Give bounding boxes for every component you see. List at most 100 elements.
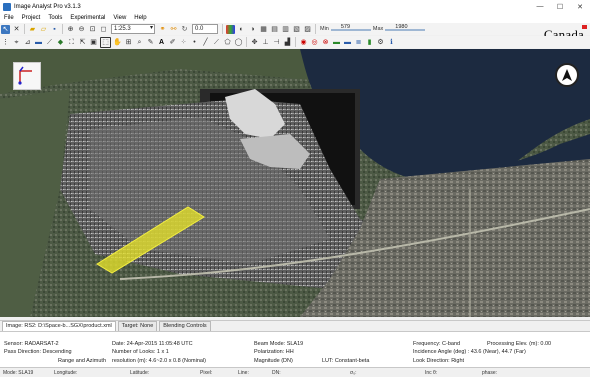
brightness-icon[interactable]: ◐ xyxy=(237,25,246,34)
points-icon[interactable]: ⁘ xyxy=(179,38,188,47)
close-button[interactable]: ✕ xyxy=(570,0,590,13)
looks-info: Number of Looks: 1 x 1 xyxy=(112,349,169,355)
pan-hand-icon[interactable]: ✋ xyxy=(113,38,122,47)
flag-icon xyxy=(582,25,587,29)
toolbar-separator xyxy=(295,37,296,47)
move-icon[interactable]: ✥ xyxy=(250,38,259,47)
layer-list-icon[interactable]: ≣ xyxy=(354,38,363,47)
zoom-in-icon[interactable]: ⊕ xyxy=(66,25,75,34)
polygon-icon[interactable]: ⬠ xyxy=(223,38,232,47)
window-title: Image Analyst Pro v3.1.3 xyxy=(14,3,81,10)
select-box-icon[interactable]: ⬚ xyxy=(100,36,111,48)
status-bar: Mode: SLA19 Longitude: Latitude: Pixel: … xyxy=(0,367,590,377)
processing-elevation-info: Processing Elev. (m): 0.00 xyxy=(487,341,552,347)
map-canvas[interactable] xyxy=(0,49,590,317)
range-azimuth-info: Range and Azimuth xyxy=(58,358,107,364)
north-arrow-icon xyxy=(13,62,41,90)
tab-strip: Image: RS2: D:\Space-b...SGX\product.xml… xyxy=(0,320,590,331)
image-info-panel: Sensor: RADARSAT-2 Pass Direction: Desce… xyxy=(0,331,590,367)
export-icon[interactable]: ⇱ xyxy=(78,38,87,47)
incidence-angle-info: Incidence Angle (deg) : 43.6 (Near), 44.… xyxy=(413,349,526,355)
contrast-icon[interactable]: ◑ xyxy=(248,25,257,34)
link-icon[interactable]: ⚭ xyxy=(158,25,167,34)
save-icon[interactable]: ▪ xyxy=(50,25,59,34)
measure-icon[interactable]: ⊿ xyxy=(23,38,32,47)
toolbar-separator xyxy=(246,37,247,47)
look-direction-info: Look Direction: Right xyxy=(413,358,465,364)
zoom-fit-icon[interactable]: ⊡ xyxy=(88,25,97,34)
select-tool-icon[interactable]: ↖ xyxy=(1,24,10,34)
title-bar: Image Analyst Pro v3.1.3 — ☐ ✕ xyxy=(0,0,590,13)
split-icon[interactable]: ⊣ xyxy=(272,38,281,47)
beam-mode-info: Beam Mode: SLA19 xyxy=(254,341,304,347)
stop-icon[interactable]: ⊗ xyxy=(321,38,330,47)
toolbar-separator xyxy=(24,24,25,34)
menu-file[interactable]: File xyxy=(0,15,18,21)
pen-icon[interactable]: ✐ xyxy=(168,38,177,47)
minimize-button[interactable]: — xyxy=(530,0,550,13)
profile-icon[interactable]: ⟋ xyxy=(45,38,54,47)
min-slider[interactable]: 579 xyxy=(330,24,371,33)
brush-icon[interactable]: ✎ xyxy=(146,38,155,47)
filter-icon[interactable]: ▨ xyxy=(303,25,312,34)
zoom-out-icon[interactable]: ⊖ xyxy=(77,25,86,34)
status-line: Line: xyxy=(238,370,249,376)
zoom-window-icon[interactable]: ⊞ xyxy=(124,38,133,47)
text-tool-icon[interactable]: A xyxy=(157,38,166,47)
toolbar-tools: ⋮ ⌖ ⊿ ▬ ⟋ ◆ ⛶ ⇱ ▣ ⬚ ✋ ⊞ ⌕ ✎ A ✐ ⁘ • ╱ ⟋ … xyxy=(0,36,590,48)
color-bands-icon[interactable] xyxy=(226,24,235,34)
rotation-input[interactable]: 0.0 xyxy=(192,24,218,34)
anchor-icon[interactable]: ⊥ xyxy=(261,38,270,47)
min-slider-value: 579 xyxy=(340,24,351,30)
info-icon[interactable]: ℹ xyxy=(387,38,396,47)
layer-green-icon[interactable]: ▬ xyxy=(332,38,341,47)
menu-tools[interactable]: Tools xyxy=(44,15,66,21)
status-latitude: Latitude: xyxy=(130,370,150,376)
max-slider[interactable]: 1980 xyxy=(385,24,426,33)
status-dn: DN: xyxy=(272,370,281,376)
line-tool-icon[interactable]: ╱ xyxy=(201,38,210,47)
target-icon[interactable]: ◎ xyxy=(310,38,319,47)
grid-icon[interactable]: ▤ xyxy=(270,25,279,34)
sensor-info: Sensor: RADARSAT-2 xyxy=(4,341,59,347)
menu-project[interactable]: Project xyxy=(18,15,45,21)
rotate-icon[interactable]: ↻ xyxy=(180,25,189,34)
polyline-icon[interactable]: ⟋ xyxy=(212,38,221,47)
zoom-actual-icon[interactable]: ◻ xyxy=(99,25,108,34)
layers-icon[interactable]: ▧ xyxy=(292,25,301,34)
menu-view[interactable]: View xyxy=(109,15,130,21)
maximize-button[interactable]: ☐ xyxy=(550,0,570,13)
record-icon[interactable]: ◉ xyxy=(299,38,308,47)
chart-icon[interactable]: ▮ xyxy=(365,38,374,47)
lut-info: LUT: Constant-beta xyxy=(322,358,370,364)
fullscreen-icon[interactable]: ⛶ xyxy=(67,38,76,47)
tab-image[interactable]: Image: RS2: D:\Space-b...SGX\product.xml xyxy=(2,321,116,331)
region-icon[interactable]: ◆ xyxy=(56,38,65,47)
compass-north-icon[interactable] xyxy=(555,63,579,87)
target-marker-icon[interactable]: ▟ xyxy=(283,38,292,47)
tab-target[interactable]: Target: None xyxy=(117,321,158,331)
layer-blue-icon[interactable]: ▬ xyxy=(343,38,352,47)
unlink-icon[interactable]: ⚯ xyxy=(169,25,178,34)
toolbar-main: ↖ ✕ ▰ ▱ ▪ ⊕ ⊖ ⊡ ◻ 1:25.3 ⚭ ⚯ ↻ 0.0 ◐ ◑ ▦… xyxy=(0,23,590,35)
crosshair-icon[interactable]: ⌖ xyxy=(12,38,21,47)
table-icon[interactable]: ▥ xyxy=(281,25,290,34)
ellipse-icon[interactable]: ◯ xyxy=(234,38,243,47)
histogram-icon[interactable]: ▦ xyxy=(259,25,268,34)
settings-icon[interactable]: ⚙ xyxy=(376,38,385,47)
tab-blending-controls[interactable]: Blending Controls xyxy=(159,321,211,331)
dot-icon[interactable]: • xyxy=(190,38,199,47)
menu-help[interactable]: Help xyxy=(130,15,150,21)
zoom-select[interactable]: 1:25.3 xyxy=(111,24,155,34)
app-icon xyxy=(3,2,11,11)
menu-experimental[interactable]: Experimental xyxy=(66,15,109,21)
magnifier-icon[interactable]: ⌕ xyxy=(135,38,144,47)
cross-tool-icon[interactable]: ✕ xyxy=(12,25,21,34)
menu-bar: File Project Tools Experimental View Hel… xyxy=(0,13,590,23)
ruler-icon[interactable]: ▬ xyxy=(34,38,43,47)
max-slider-value: 1980 xyxy=(395,24,408,30)
open-folder-icon[interactable]: ▰ xyxy=(28,25,37,34)
toolbar-separator xyxy=(222,24,223,34)
open-project-icon[interactable]: ▱ xyxy=(39,25,48,34)
snapshot-icon[interactable]: ▣ xyxy=(89,38,98,47)
